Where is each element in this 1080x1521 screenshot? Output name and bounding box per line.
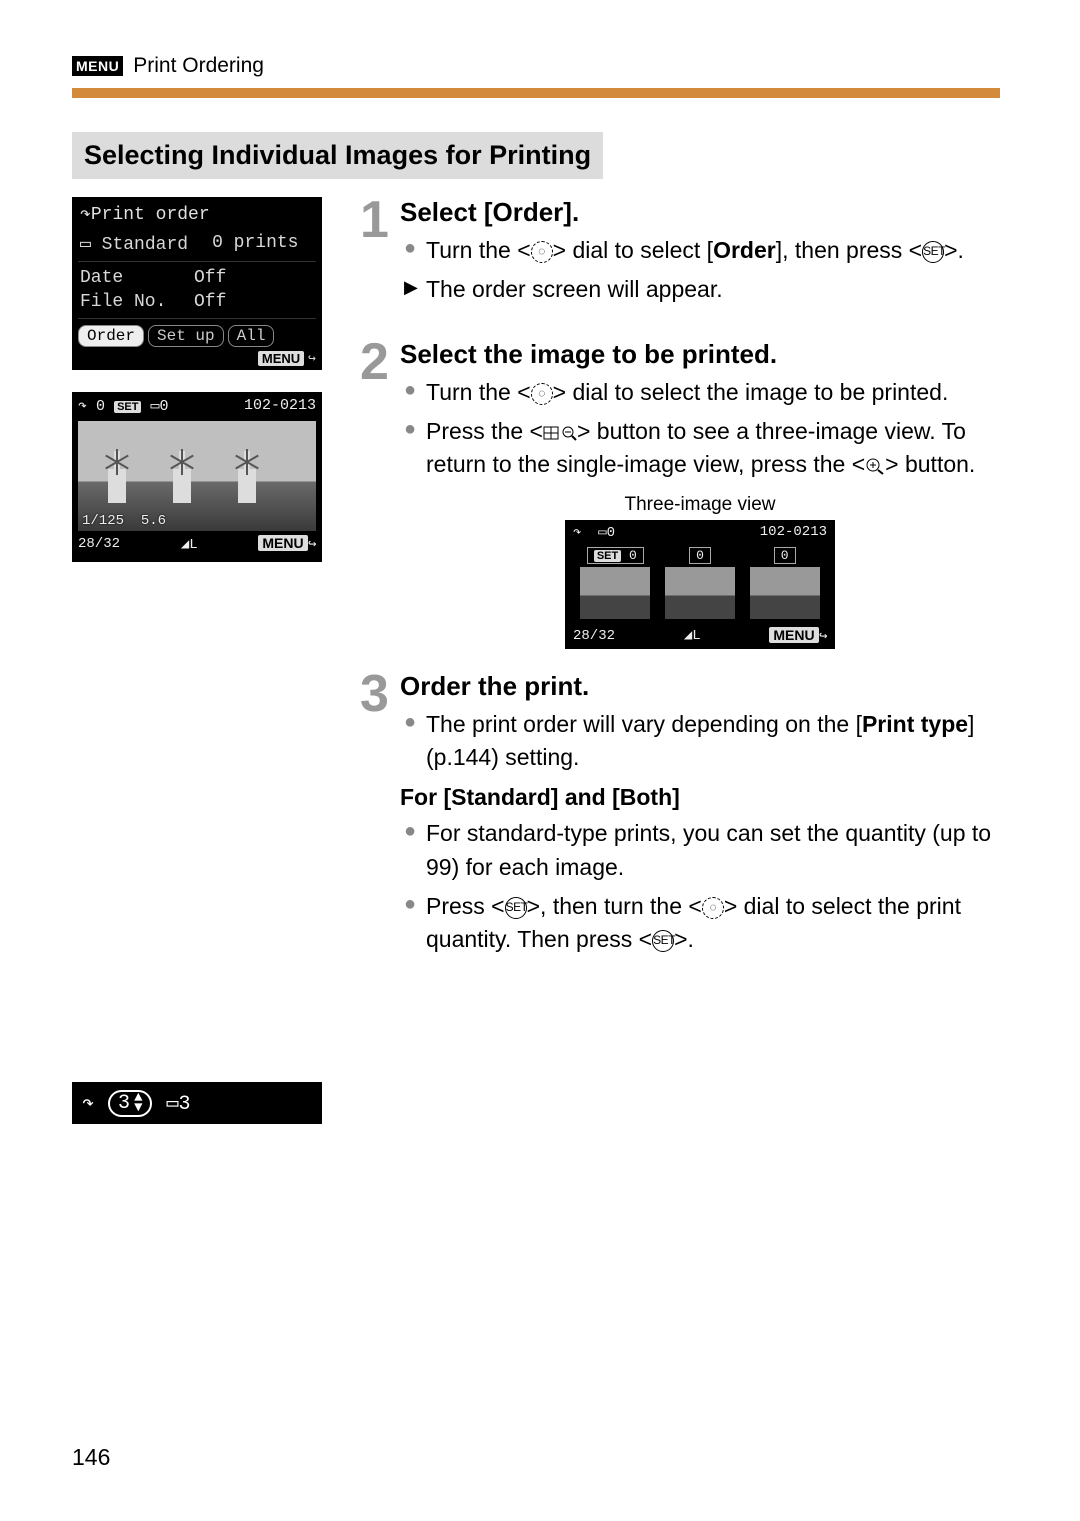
thumbnail [750,567,820,619]
lcd-print-order: ↷Print order ▭ Standard 0 prints DateOff… [72,197,322,370]
lcd-title: Print order [91,205,210,225]
lcd-tab-setup: Set up [148,325,224,347]
step2-title: Select the image to be printed. [400,339,1000,370]
zoomin-icon [865,451,885,477]
lcd-date-value: Off [194,268,226,288]
tv-quality: L [692,628,700,644]
bullet-icon: ● [404,376,426,409]
thumbnail [665,567,735,619]
section-heading: Selecting Individual Images for Printing [72,132,603,179]
menu-return-icon: MENU [258,535,307,551]
bullet-icon: ● [404,817,426,884]
lcd-fileno-value: Off [194,292,226,312]
step-number-2: 2 [360,339,400,649]
quick-dial-icon: ◌ [531,241,553,263]
quick-dial-icon: ◌ [702,897,724,919]
strip-qty: 3 [118,1092,130,1115]
set-icon: SET [114,401,141,413]
strip-card: 3 [179,1093,191,1116]
set-icon: SET [594,550,621,562]
lcd-type: Standard [102,235,188,255]
bullet-icon: ● [404,708,426,775]
lcd2-folder: 102-0213 [244,397,316,414]
lcd-prints: 0 prints [212,233,298,255]
lcd-quantity-strip: ↷ 3 ▲▼ ▭3 [72,1082,322,1124]
step1-title: Select [Order]. [400,197,1000,228]
page-header: MENU Print Ordering [72,54,1000,78]
tv-count0: 0 [629,548,637,563]
step1-bullet1: Turn the <◌> dial to select [Order], the… [426,234,1000,267]
bullet-icon: ● [404,890,426,957]
set-button-icon: SET [652,930,674,952]
set-button-icon: SET [922,241,944,263]
lcd-tab-all: All [228,325,275,347]
thumbnail [580,567,650,619]
lcd-three-image-view: ↷ ▭0 102-0213 SET 0 0 0 28/32 ◢L MENU↩ [565,520,835,649]
step3-bullet2: For standard-type prints, you can set th… [426,817,1000,884]
lcd2-shutter: 1/125 [82,513,124,529]
tv-cardcount: 0 [607,525,615,541]
bullet-icon: ● [404,234,426,267]
page-number: 146 [72,1444,110,1471]
step1-bullet2: The order screen will appear. [426,273,1000,306]
divider-bar [72,88,1000,98]
three-image-caption: Three-image view [400,494,1000,516]
step3-bullet3: Press <SET>, then turn the <◌> dial to s… [426,890,1000,957]
lcd-tab-order: Order [78,325,144,347]
menu-return-icon: MENU [769,627,818,643]
lcd2-quality: L [189,537,197,553]
set-button-icon: SET [505,897,527,919]
step-number-1: 1 [360,197,400,313]
lcd2-aperture: 5.6 [141,513,166,529]
tv-counter: 28/32 [573,628,615,644]
menu-return-icon: MENU [258,351,304,366]
step3-subheading: For [Standard] and [Both] [400,784,1000,811]
tv-count2: 0 [774,547,796,564]
step3-title: Order the print. [400,671,1000,702]
lcd2-counter: 28/32 [78,536,120,552]
step2-bullet1: Turn the <◌> dial to select the image to… [426,376,1000,409]
photo-thumbnail: 1/125 5.6 [78,421,316,531]
step3-bullet1: The print order will vary depending on t… [426,708,1000,775]
menu-badge-icon: MENU [72,56,123,76]
step-number-3: 3 [360,671,400,963]
tv-count1: 0 [689,547,711,564]
lcd-date-label: Date [80,268,170,288]
step2-bullet2: Press the <> button to see a three-image… [426,415,1000,482]
lcd2-setcount: 0 [96,398,105,415]
index-zoomout-icon [543,418,577,444]
tv-folder: 102-0213 [760,524,827,540]
lcd2-cardcount: 0 [160,398,169,415]
result-arrow-icon: ▶ [404,273,426,306]
quick-dial-icon: ◌ [531,383,553,405]
lcd-image-preview: ↷ 0 SET ▭0 102-0213 1/125 5.6 28/32 ◢L M… [72,392,322,562]
breadcrumb: Print Ordering [133,54,264,78]
lcd-fileno-label: File No. [80,292,170,312]
bullet-icon: ● [404,415,426,482]
